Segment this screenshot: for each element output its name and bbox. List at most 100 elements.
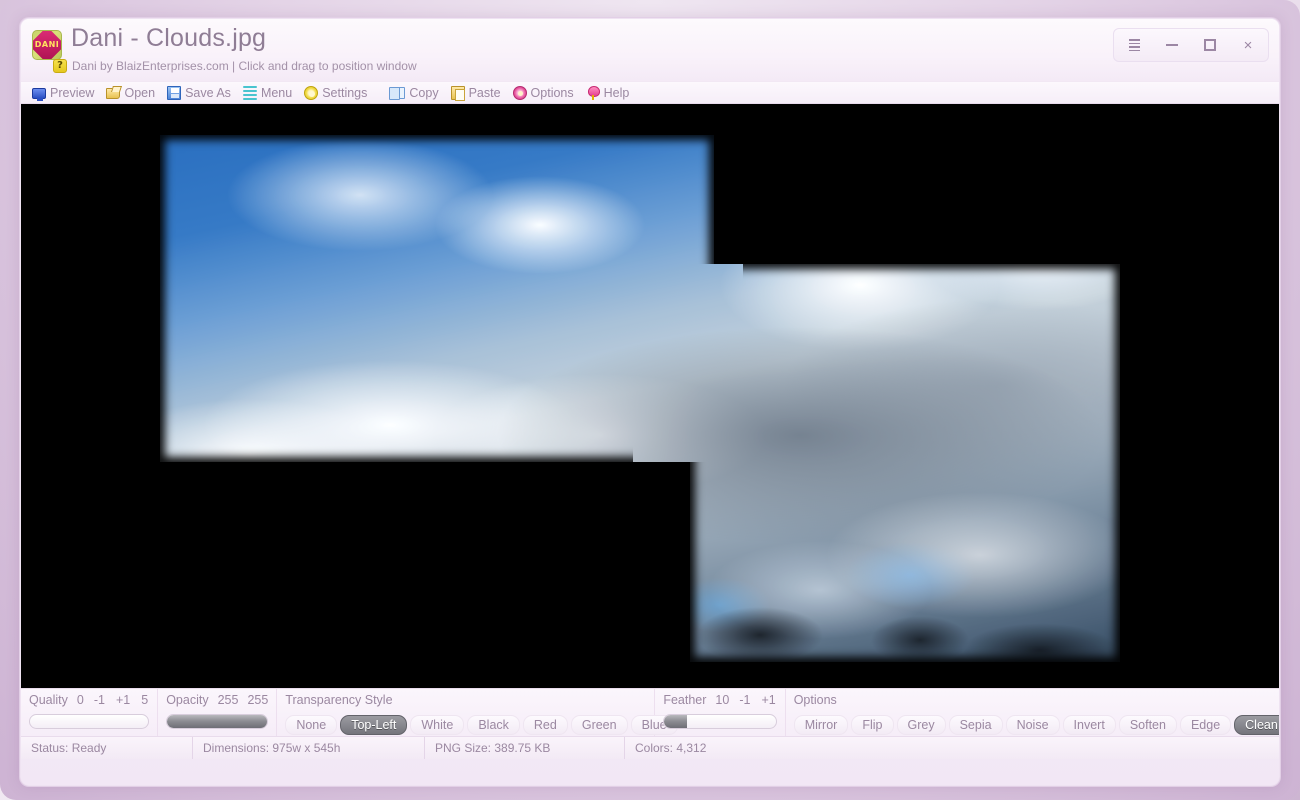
toolbar: Preview Open Save As Menu Settings Copy …: [21, 81, 1279, 104]
window-controls: ×: [1113, 28, 1269, 62]
option-noise[interactable]: Noise: [1005, 715, 1060, 735]
opacity-group: Opacity 255 255: [158, 689, 278, 736]
opacity-slider[interactable]: [166, 714, 269, 729]
list-lines-icon: [242, 85, 257, 100]
window-inner: DANI Dani - Clouds.jpg ? Dani by BlaizEn…: [20, 18, 1280, 786]
subtitle-text: Dani by BlaizEnterprises.com | Click and…: [72, 59, 417, 73]
clipboard-icon: [450, 85, 465, 101]
toolbar-label-copy: Copy: [409, 85, 439, 100]
option-mirror[interactable]: Mirror: [793, 715, 849, 735]
question-mark-icon[interactable]: ?: [53, 59, 67, 73]
close-icon[interactable]: ×: [1230, 31, 1266, 59]
toolbar-item-options[interactable]: Options: [508, 85, 581, 101]
quality-value: 0: [76, 693, 84, 707]
status-dimensions: Dimensions: 975w x 545h: [193, 737, 425, 759]
toolbar-item-save-as[interactable]: Save As: [162, 85, 238, 101]
image-canvas[interactable]: [21, 104, 1279, 688]
quality-header: Quality 0 -1 +1 5: [29, 693, 149, 711]
transparency-option-none[interactable]: None: [285, 715, 338, 735]
stack-lines-glyph: [1128, 39, 1140, 51]
quality-step-button[interactable]: 5: [140, 693, 149, 707]
status-png-size: PNG Size: 389.75 KB: [425, 737, 625, 759]
transparency-option-red[interactable]: Red: [522, 715, 568, 735]
transparency-style-group: Transparency Style None Top-Left White B…: [277, 689, 678, 736]
photo-pixels: [633, 264, 743, 462]
transparency-style-options: None Top-Left White Black Red Green Blue: [285, 715, 678, 735]
toolbar-item-open[interactable]: Open: [101, 85, 162, 101]
status-colors: Colors: 4,312: [635, 741, 707, 755]
option-sepia[interactable]: Sepia: [948, 715, 1003, 735]
balloon-icon: [586, 85, 600, 100]
opacity-label: Opacity: [166, 693, 209, 707]
flower-gear-icon: [512, 85, 527, 100]
toolbar-item-help[interactable]: Help: [581, 85, 637, 101]
option-invert[interactable]: Invert: [1062, 715, 1116, 735]
option-clean[interactable]: Clean: [1234, 715, 1279, 735]
photo-pixels: [160, 135, 714, 462]
photo-region-upper-left[interactable]: [160, 135, 714, 462]
app-logo-icon: DANI: [32, 30, 62, 60]
window-title: Dani - Clouds.jpg: [71, 24, 267, 52]
transparency-option-top-left[interactable]: Top-Left: [340, 715, 408, 735]
transparency-style-label: Transparency Style: [285, 693, 393, 707]
maximize-glyph: [1204, 39, 1216, 51]
minimize-glyph: [1166, 44, 1178, 46]
option-grey[interactable]: Grey: [896, 715, 946, 735]
toolbar-label-open: Open: [124, 85, 156, 100]
feather-slider[interactable]: [663, 714, 777, 729]
transparency-option-green[interactable]: Green: [570, 715, 628, 735]
logo-text: DANI: [34, 40, 60, 49]
copy-pages-icon: [389, 87, 406, 100]
quality-slider[interactable]: [29, 714, 150, 729]
toolbar-item-preview[interactable]: Preview: [27, 85, 101, 101]
feather-decrement-button[interactable]: -1: [738, 693, 751, 707]
toolbar-item-settings[interactable]: Settings: [299, 85, 374, 101]
opacity-slider-fill: [167, 715, 268, 728]
option-edge[interactable]: Edge: [1179, 715, 1232, 735]
options-buttons: Mirror Flip Grey Sepia Noise Invert Soft…: [793, 715, 1279, 735]
window-frame: DANI Dani - Clouds.jpg ? Dani by BlaizEn…: [0, 0, 1300, 800]
toolbar-item-paste[interactable]: Paste: [446, 85, 508, 101]
photo-pixels: [690, 264, 1120, 662]
title-bar[interactable]: DANI Dani - Clouds.jpg ? Dani by BlaizEn…: [21, 19, 1279, 81]
options-header: Options: [793, 693, 1279, 711]
window-menu-icon[interactable]: [1116, 31, 1152, 59]
subtitle-row: ? Dani by BlaizEnterprises.com | Click a…: [53, 59, 417, 73]
toolbar-item-menu[interactable]: Menu: [238, 85, 299, 101]
toolbar-label-paste: Paste: [468, 85, 501, 100]
option-soften[interactable]: Soften: [1118, 715, 1177, 735]
photo-region-lower-right[interactable]: [690, 264, 1120, 662]
opacity-value-max: 255: [247, 693, 269, 707]
feather-increment-button[interactable]: +1: [760, 693, 776, 707]
option-flip[interactable]: Flip: [851, 715, 894, 735]
transparency-option-black[interactable]: Black: [467, 715, 520, 735]
quality-label: Quality: [29, 693, 68, 707]
feather-group: Feather 10 -1 +1: [655, 689, 786, 736]
toolbar-label-help: Help: [603, 85, 630, 100]
gear-icon: [304, 85, 319, 100]
options-group: Options Mirror Flip Grey Sepia Noise Inv…: [786, 689, 1279, 736]
transparency-option-white[interactable]: White: [410, 715, 465, 735]
feather-label: Feather: [663, 693, 707, 707]
feather-value: 10: [715, 693, 730, 707]
toolbar-label-options: Options: [530, 85, 574, 100]
opacity-header: Opacity 255 255: [166, 693, 268, 711]
quality-decrement-button[interactable]: -1: [93, 693, 106, 707]
floppy-disk-icon: [167, 85, 182, 100]
toolbar-label-save-as: Save As: [185, 85, 231, 100]
control-panel: Quality 0 -1 +1 5 Opacity 255 255 Transp…: [21, 688, 1279, 736]
options-label: Options: [793, 693, 837, 707]
transparency-style-header: Transparency Style: [285, 693, 646, 711]
status-text: Status: Ready: [21, 737, 193, 759]
minimize-icon[interactable]: [1154, 31, 1190, 59]
feather-slider-fill: [664, 715, 687, 728]
toolbar-label-settings: Settings: [322, 85, 368, 100]
photo-region-middle-join[interactable]: [633, 264, 743, 462]
quality-increment-button[interactable]: +1: [115, 693, 131, 707]
status-bar: Status: Ready Dimensions: 975w x 545h PN…: [21, 736, 1279, 759]
toolbar-label-menu: Menu: [260, 85, 293, 100]
toolbar-item-copy[interactable]: Copy: [383, 85, 445, 101]
quality-group: Quality 0 -1 +1 5: [21, 689, 159, 736]
feather-header: Feather 10 -1 +1: [663, 693, 776, 711]
maximize-icon[interactable]: [1192, 31, 1228, 59]
